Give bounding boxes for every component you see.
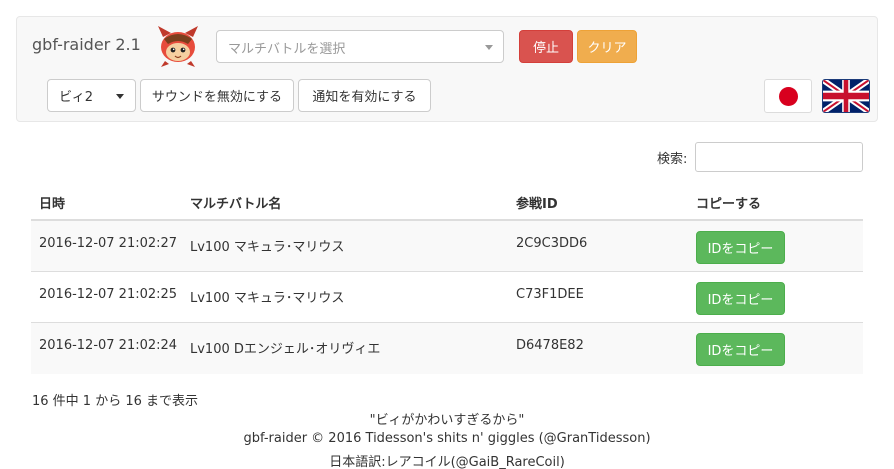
search-label: 検索:	[657, 152, 688, 167]
flag-disc	[779, 87, 798, 106]
table-info: 16 件中 1 から 16 まで表示	[32, 394, 199, 409]
row-datetime: 2016-12-07 21:02:24	[39, 338, 178, 353]
column-header-copy[interactable]: コピーする	[696, 193, 761, 212]
toggle-sound-button[interactable]: サウンドを無効にする	[140, 79, 294, 112]
column-header-battle-name[interactable]: マルチバトル名	[190, 193, 281, 212]
footer-credit: gbf-raider © 2016 Tidesson's shits n' gi…	[243, 431, 651, 446]
row-datetime: 2016-12-07 21:02:27	[39, 236, 178, 251]
vyrn-mascot-icon	[158, 26, 198, 67]
footer-quote: "ビィがかわいすぎるから"	[369, 413, 525, 428]
stop-button[interactable]: 停止	[519, 30, 573, 63]
battle-select-placeholder: マルチバトルを選択	[228, 42, 346, 57]
row-battle-id: C73F1DEE	[516, 287, 584, 302]
battle-select[interactable]: マルチバトルを選択	[216, 30, 504, 63]
column-header-datetime[interactable]: 日時	[39, 193, 65, 212]
copy-id-button[interactable]: IDをコピー	[696, 231, 785, 264]
table-row: 2016-12-07 21:02:24 Lv100 Dエンジェル･オリヴィエ D…	[31, 323, 863, 374]
row-battle-name: Lv100 マキュラ･マリウス	[190, 291, 345, 306]
toggle-notification-button[interactable]: 通知を有効にする	[298, 79, 431, 112]
row-battle-name: Lv100 Dエンジェル･オリヴィエ	[190, 342, 381, 357]
footer-translation: 日本語訳:レアコイル(@GaiB_RareCoil)	[329, 455, 565, 469]
copy-id-button[interactable]: IDをコピー	[696, 282, 785, 315]
voice-select-value: ビィ2	[59, 90, 94, 105]
row-battle-id: D6478E82	[516, 338, 584, 353]
column-header-battle-id[interactable]: 参戦ID	[516, 193, 558, 212]
row-battle-name: Lv100 マキュラ･マリウス	[190, 240, 345, 255]
table-row: 2016-12-07 21:02:25 Lv100 マキュラ･マリウス C73F…	[31, 272, 863, 323]
row-datetime: 2016-12-07 21:02:25	[39, 287, 178, 302]
row-battle-id: 2C9C3DD6	[516, 236, 588, 251]
search-input[interactable]	[695, 142, 863, 172]
uk-flag-icon[interactable]	[822, 79, 870, 113]
brand-title[interactable]: gbf-raider 2.1	[32, 35, 141, 54]
clear-button[interactable]: クリア	[577, 30, 637, 63]
chevron-down-icon	[485, 45, 493, 50]
voice-select[interactable]: ビィ2	[47, 79, 136, 112]
navbar: gbf-raider 2.1 マルチバトルを選択 停止 クリア ビィ2 サウンド…	[16, 16, 878, 122]
japanese-flag-icon[interactable]	[764, 79, 812, 113]
table-row: 2016-12-07 21:02:27 Lv100 マキュラ･マリウス 2C9C…	[31, 221, 863, 272]
caret-down-icon	[116, 94, 124, 99]
copy-id-button[interactable]: IDをコピー	[696, 333, 785, 366]
